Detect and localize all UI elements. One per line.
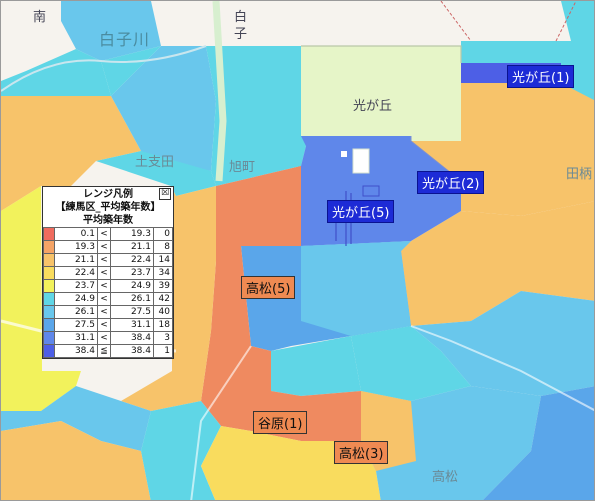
legend-range-low: 27.5 xyxy=(54,318,98,332)
legend-table: 0.1 <19.3 0 19.3 <21.1 8 21.1 <22.4 14 22.4 <23.7 3… xyxy=(43,227,173,358)
legend-field: 平均築年数 xyxy=(83,215,133,226)
legend-swatch xyxy=(43,253,55,267)
legend-swatch xyxy=(43,305,55,319)
legend-count: 0 xyxy=(153,227,173,241)
legend-color-swatch xyxy=(44,241,54,253)
legend-range-operator: < xyxy=(97,305,111,319)
legend-title: レンジ凡例 xyxy=(83,189,133,200)
legend-range-operator: < xyxy=(97,266,111,280)
legend-swatch xyxy=(43,331,55,345)
legend-row: 21.1 <22.4 14 xyxy=(43,253,173,267)
legend-row: 22.4 <23.7 34 xyxy=(43,266,173,280)
legend-count: 14 xyxy=(153,253,173,267)
legend-color-swatch xyxy=(44,319,54,331)
legend-color-swatch xyxy=(44,254,54,266)
legend-range-low: 19.3 xyxy=(54,240,98,254)
choropleth-map[interactable]: 南 白 子 白子川 光が丘 土支田 旭町 田柄 高松 光が丘(1) 光が丘(2)… xyxy=(0,0,595,501)
map-place-label: 南 xyxy=(33,10,47,25)
legend-range-operator: < xyxy=(97,292,111,306)
legend-row: 0.1 <19.3 0 xyxy=(43,227,173,241)
legend-color-swatch xyxy=(44,228,54,240)
area-label-hikarigaoka-2[interactable]: 光が丘(2) xyxy=(417,171,485,194)
legend-count: 3 xyxy=(153,331,173,345)
legend-swatch xyxy=(43,318,55,332)
legend-range-high: 21.1 xyxy=(110,240,154,254)
area-polygon[interactable] xyxy=(301,241,411,336)
legend-count: 18 xyxy=(153,318,173,332)
park-label: 光が丘 xyxy=(353,99,393,114)
legend-row: 26.1 <27.5 40 xyxy=(43,305,173,319)
legend-range-low: 38.4 xyxy=(54,344,98,358)
legend-color-swatch xyxy=(44,293,54,305)
legend-swatch xyxy=(43,240,55,254)
legend-range-high: 23.7 xyxy=(110,266,154,280)
legend-count: 8 xyxy=(153,240,173,254)
legend-range-low: 26.1 xyxy=(54,305,98,319)
legend-row: 19.3 <21.1 8 xyxy=(43,240,173,254)
legend-subtitle: 【練馬区_平均築年数】 xyxy=(55,202,161,213)
legend-swatch xyxy=(43,279,55,293)
legend-count: 39 xyxy=(153,279,173,293)
area-label-hikarigaoka-5[interactable]: 光が丘(5) xyxy=(327,200,395,223)
legend-range-low: 23.7 xyxy=(54,279,98,293)
legend-count: 34 xyxy=(153,266,173,280)
map-place-label: 旭町 xyxy=(229,160,256,175)
legend-count: 1 xyxy=(153,344,173,358)
legend-row: 27.5 <31.1 18 xyxy=(43,318,173,332)
legend-range-operator: < xyxy=(97,331,111,345)
legend-row: 24.9 <26.1 42 xyxy=(43,292,173,306)
legend-header: レンジ凡例 ☒ xyxy=(43,187,173,201)
map-place-label: 高松 xyxy=(432,470,459,485)
legend-color-swatch xyxy=(44,332,54,344)
legend-row: 23.7 <24.9 39 xyxy=(43,279,173,293)
legend-swatch xyxy=(43,292,55,306)
legend-range-high: 27.5 xyxy=(110,305,154,319)
area-label-takamatsu-3[interactable]: 高松(3) xyxy=(334,441,389,464)
legend-range-operator: < xyxy=(97,227,111,241)
close-icon[interactable]: ☒ xyxy=(159,188,171,200)
legend-count: 40 xyxy=(153,305,173,319)
river-label: 白子川 xyxy=(99,30,151,49)
legend-range-high: 38.4 xyxy=(110,344,154,358)
legend-color-swatch xyxy=(44,267,54,279)
legend-row: 31.1 <38.4 3 xyxy=(43,331,173,345)
legend-count: 42 xyxy=(153,292,173,306)
legend-swatch xyxy=(43,266,55,280)
area-label-hikarigaoka-1[interactable]: 光が丘(1) xyxy=(507,65,575,88)
area-label-yawara-1[interactable]: 谷原(1) xyxy=(253,411,308,434)
legend-range-operator: < xyxy=(97,240,111,254)
legend-range-low: 31.1 xyxy=(54,331,98,345)
legend-swatch xyxy=(43,344,55,358)
legend-range-high: 22.4 xyxy=(110,253,154,267)
legend-range-low: 21.1 xyxy=(54,253,98,267)
legend-range-high: 26.1 xyxy=(110,292,154,306)
legend-range-low: 0.1 xyxy=(54,227,98,241)
legend-color-swatch xyxy=(44,306,54,318)
legend-row: 38.4 ≦ 38.4 1 xyxy=(43,344,173,358)
building-outline xyxy=(352,148,370,174)
range-legend-panel: レンジ凡例 ☒ 【練馬区_平均築年数】 平均築年数 0.1 <19.3 0 19.3 <… xyxy=(42,186,174,359)
legend-range-operator: < xyxy=(97,253,111,267)
legend-range-operator: < xyxy=(97,279,111,293)
area-label-takamatsu-5[interactable]: 高松(5) xyxy=(241,276,296,299)
legend-range-operator: ≦ xyxy=(97,344,111,358)
legend-color-swatch xyxy=(44,345,54,357)
building-outline xyxy=(341,151,347,157)
legend-swatch xyxy=(43,227,55,241)
map-place-label: 土支田 xyxy=(135,155,175,170)
map-place-label: 田柄 xyxy=(566,167,593,182)
legend-range-high: 38.4 xyxy=(110,331,154,345)
legend-range-operator: < xyxy=(97,318,111,332)
hikarigaoka-park[interactable] xyxy=(301,46,461,141)
legend-range-high: 24.9 xyxy=(110,279,154,293)
legend-range-low: 22.4 xyxy=(54,266,98,280)
map-place-label: 子 xyxy=(234,27,248,42)
legend-range-high: 31.1 xyxy=(110,318,154,332)
legend-range-low: 24.9 xyxy=(54,292,98,306)
legend-range-high: 19.3 xyxy=(110,227,154,241)
legend-color-swatch xyxy=(44,280,54,292)
